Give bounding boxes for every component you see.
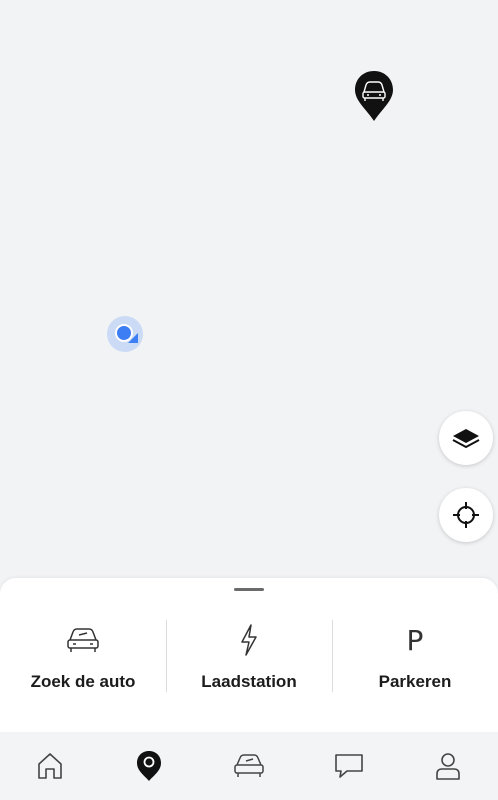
bottom-sheet: Zoek de auto Laadstation P Parkeren xyxy=(0,578,498,732)
parking-label: Parkeren xyxy=(378,672,452,691)
chat-icon xyxy=(334,754,363,778)
map-view[interactable] xyxy=(0,0,498,600)
crosshair-icon xyxy=(453,502,479,528)
find-car-label: Zoek de auto xyxy=(30,672,136,691)
car-icon xyxy=(234,754,264,777)
parking-action[interactable]: P Parkeren xyxy=(332,618,498,692)
tab-messages[interactable] xyxy=(299,732,399,800)
map-pin-icon xyxy=(137,751,162,781)
map-layers-button[interactable] xyxy=(439,411,493,465)
charging-station-label: Laadstation xyxy=(201,672,297,691)
parking-icon: P xyxy=(406,623,424,657)
layers-icon xyxy=(452,429,480,448)
quick-actions: Zoek de auto Laadstation P Parkeren xyxy=(0,618,498,692)
lightning-icon xyxy=(241,624,257,656)
profile-icon xyxy=(436,753,460,780)
tab-map[interactable] xyxy=(100,732,200,800)
tab-car[interactable] xyxy=(199,732,299,800)
heading-arrow-icon xyxy=(128,333,138,343)
bottom-tab-bar xyxy=(0,732,498,800)
home-icon xyxy=(37,753,62,779)
charging-station-action[interactable]: Laadstation xyxy=(166,618,332,692)
car-icon xyxy=(67,628,99,652)
tab-home[interactable] xyxy=(0,732,100,800)
recenter-button[interactable] xyxy=(439,488,493,542)
car-location-pin-icon[interactable] xyxy=(354,70,394,122)
tab-profile[interactable] xyxy=(398,732,498,800)
sheet-drag-handle[interactable] xyxy=(234,588,264,591)
find-car-action[interactable]: Zoek de auto xyxy=(0,618,166,692)
